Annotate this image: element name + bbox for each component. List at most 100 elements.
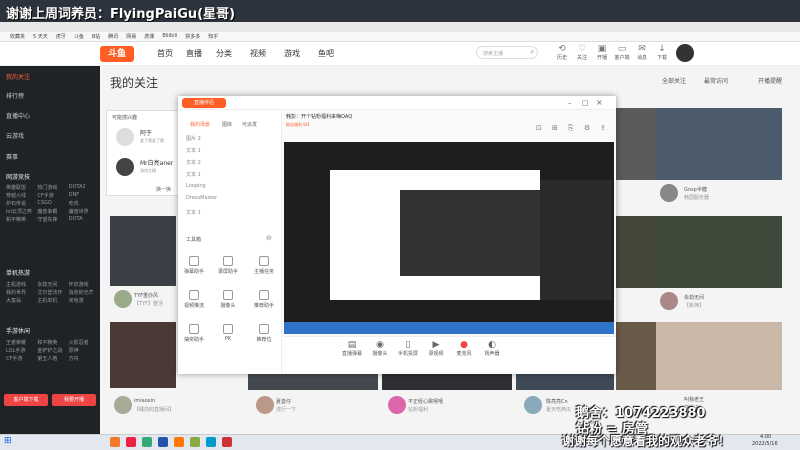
history-button[interactable]: ⟲ 历史: [552, 44, 572, 61]
category-link[interactable]: 大富翁: [6, 297, 35, 304]
tool-slot[interactable]: 推荐位: [250, 324, 278, 343]
category-link[interactable]: 第五人格: [37, 355, 66, 362]
filter-recent-dropdown[interactable]: 最常访问: [704, 76, 728, 85]
category-link[interactable]: 艾尔登法环: [37, 289, 66, 296]
stream-thumbnail[interactable]: [656, 216, 782, 288]
category-link[interactable]: 吃鸡: [69, 200, 98, 207]
category-link[interactable]: 和平精英: [6, 216, 35, 223]
nav-live[interactable]: 直播: [186, 48, 202, 59]
category-link[interactable]: 魔兽世界: [69, 208, 98, 215]
stream-thumbnail[interactable]: [616, 322, 656, 390]
sidebar-item-rank[interactable]: 排行榜: [6, 91, 24, 100]
streamer-name[interactable]: 陈亮亮Cn: [546, 398, 568, 405]
taskbar-app-icon[interactable]: [190, 437, 200, 447]
share-icon[interactable]: ⇪: [600, 124, 606, 132]
tab-gallery[interactable]: 图库: [222, 121, 232, 128]
search-icon[interactable]: ⌕: [530, 47, 534, 57]
category-link[interactable]: LOL手游: [6, 347, 35, 354]
category-link[interactable]: 原神: [69, 347, 98, 354]
scene-item[interactable]: 文本 1: [186, 147, 201, 154]
category-link[interactable]: 我的世界: [6, 289, 35, 296]
bookmark-item[interactable]: 拼多多: [185, 33, 200, 40]
browser-tab-strip[interactable]: [0, 22, 800, 32]
refresh-button[interactable]: 换一换: [156, 186, 171, 193]
stream-thumbnail[interactable]: [616, 108, 656, 180]
bookmark-item[interactable]: Bilibili: [162, 33, 177, 40]
scene-item[interactable]: 文本 1: [186, 209, 201, 216]
category-link[interactable]: CSGO: [37, 200, 66, 207]
speaker-button[interactable]: ◐ 扬声器: [480, 340, 504, 357]
settings-icon[interactable]: ⚙: [584, 124, 590, 132]
scene-item[interactable]: 文本 1: [186, 171, 201, 178]
stream-thumbnail[interactable]: [248, 374, 378, 390]
category-link[interactable]: CF手游: [37, 192, 66, 199]
gift-icon[interactable]: ⊞: [552, 124, 558, 132]
download-button[interactable]: ↓ 下载: [652, 44, 672, 61]
category-link[interactable]: DOTA: [69, 216, 98, 223]
bookmark-item[interactable]: 虎牙: [56, 33, 66, 40]
avatar[interactable]: [116, 128, 134, 146]
record-video-button[interactable]: ▶ 录视频: [424, 340, 448, 357]
bookmark-item[interactable]: 5 天天: [33, 33, 48, 40]
avatar[interactable]: [660, 184, 678, 202]
scene-item[interactable]: Looping: [186, 183, 206, 189]
tool-push[interactable]: 视频推流: [180, 290, 208, 309]
sidebar-item-follow[interactable]: 我的关注: [6, 72, 30, 81]
taskbar-app-icon[interactable]: [158, 437, 168, 447]
camera-button[interactable]: ◉ 摄像头: [368, 340, 392, 357]
bookmark-item[interactable]: 收藏夹: [10, 33, 25, 40]
taskbar-app-icon[interactable]: [126, 437, 136, 447]
category-link[interactable]: 米哈游: [69, 297, 98, 304]
scene-item[interactable]: DressMaster: [186, 195, 217, 201]
stream-thumbnail[interactable]: [656, 108, 782, 180]
tool-camera[interactable]: 摄像头: [214, 290, 242, 309]
filter-all-dropdown[interactable]: 全部关注: [662, 76, 686, 85]
stream-thumbnail[interactable]: [656, 322, 782, 390]
stream-thumbnail[interactable]: [616, 216, 656, 288]
taskbar-app-icon[interactable]: [110, 437, 120, 447]
category-link[interactable]: 消逝的光芒: [69, 289, 98, 296]
nav-home[interactable]: 首页: [157, 48, 173, 59]
nav-yuba[interactable]: 鱼吧: [318, 48, 334, 59]
category-link[interactable]: 王者荣耀: [6, 339, 35, 346]
sidebar-item-esports[interactable]: 赛事: [6, 152, 18, 161]
sidebar-item-cloudgame[interactable]: 云游戏: [6, 131, 24, 140]
bookmark-item[interactable]: 网易: [126, 33, 136, 40]
bookmark-item[interactable]: 腾讯: [108, 33, 118, 40]
site-logo[interactable]: 斗鱼: [100, 46, 134, 62]
scene-item[interactable]: 图片 2: [186, 135, 201, 142]
category-link[interactable]: 方舟: [69, 355, 98, 362]
category-link[interactable]: DNF: [69, 192, 98, 199]
category-link[interactable]: 魔兽争霸: [37, 208, 66, 215]
streamer-name[interactable]: 夏善仔: [276, 398, 291, 405]
category-link[interactable]: 英雄联盟: [6, 184, 35, 191]
category-link[interactable]: CF手游: [6, 355, 35, 362]
close-icon[interactable]: ×: [596, 98, 603, 107]
avatar[interactable]: [116, 158, 134, 176]
collapse-icon[interactable]: ⊖: [266, 234, 272, 242]
phone-cast-button[interactable]: ▯ 手机投屏: [396, 340, 420, 357]
category-link[interactable]: 守望先锋: [37, 216, 66, 223]
avatar[interactable]: [114, 290, 132, 308]
category-link[interactable]: 和平精英: [37, 339, 66, 346]
category-link[interactable]: lol云顶之弈: [6, 208, 35, 215]
category-link[interactable]: 怀旧游戏: [69, 281, 98, 288]
copy-icon[interactable]: ⎘: [568, 124, 574, 133]
category-link[interactable]: 炉石传说: [6, 200, 35, 207]
taskbar-app-icon[interactable]: [206, 437, 216, 447]
tab-dispatch[interactable]: 可派发: [242, 121, 257, 128]
follow-button[interactable]: ♡ 关注: [572, 44, 592, 61]
category-link[interactable]: 主机游戏: [6, 281, 35, 288]
avatar[interactable]: [114, 396, 132, 414]
category-link[interactable]: 火影忍者: [69, 339, 98, 346]
lock-icon[interactable]: ⊡: [536, 124, 542, 132]
tool-danmaku[interactable]: 弹幕助手: [180, 256, 208, 275]
tab-scenes[interactable]: 我的场景: [190, 121, 210, 128]
streamer-name[interactable]: imiaoxin: [134, 398, 155, 404]
taskbar-app-icon[interactable]: [174, 437, 184, 447]
scene-item[interactable]: 文本 2: [186, 159, 201, 166]
streamer-name[interactable]: Gnsp半糖: [684, 186, 707, 193]
category-link[interactable]: 金铲铲之战: [37, 347, 66, 354]
client-button[interactable]: ▭ 客户端: [612, 44, 632, 61]
windows-start-icon[interactable]: ⊞: [4, 436, 12, 446]
